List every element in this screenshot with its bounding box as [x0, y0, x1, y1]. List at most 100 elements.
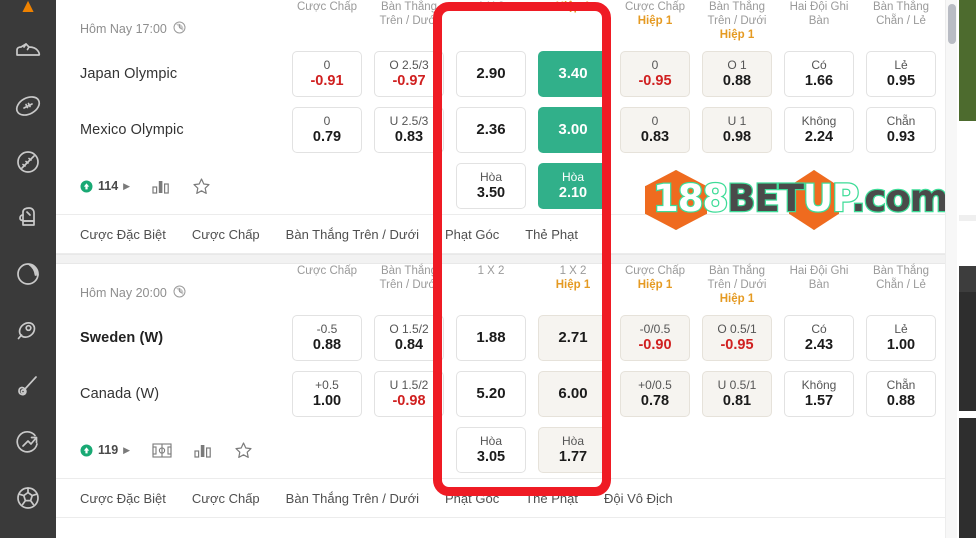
- market-tab[interactable]: Thẻ Phạt: [525, 491, 578, 506]
- boxing-glove-icon: [15, 204, 41, 232]
- odds-cell[interactable]: +0/0.5 0.78: [620, 371, 690, 417]
- odds-cell-empty: [374, 427, 444, 473]
- odds-cell[interactable]: 0 0.83: [620, 107, 690, 153]
- sidebar-item-hockey[interactable]: [0, 358, 56, 414]
- odds-value: 3.00: [558, 121, 588, 139]
- odds-cell[interactable]: Lẻ 0.95: [866, 51, 936, 97]
- market-tab[interactable]: Đội Vô Địch: [604, 491, 673, 506]
- odds-handicap-label: U 0.5/1: [717, 377, 757, 392]
- sidebar-top-partial-icon[interactable]: ▲: [0, 0, 56, 22]
- odds-slot: [614, 163, 696, 209]
- odds-value: 0.84: [394, 336, 424, 353]
- column-half-label: Hiệp 1: [637, 279, 673, 291]
- odds-cell[interactable]: Không 1.57: [784, 371, 854, 417]
- odds-cell-draw[interactable]: Hòa 2.10: [538, 163, 608, 209]
- odds-cell[interactable]: Chẵn 0.93: [866, 107, 936, 153]
- odds-cell[interactable]: 5.20: [456, 371, 526, 417]
- team-name: Sweden (W): [80, 330, 164, 346]
- odds-cell-empty: [702, 163, 772, 209]
- odds-cell[interactable]: 3.40: [538, 51, 608, 97]
- odds-column-header: Bàn Thắng Trên / Dưới Hiệp 1: [696, 0, 778, 46]
- market-tab[interactable]: Bàn Thắng Trên / Dưới: [286, 491, 419, 506]
- odds-handicap-label: O 0.5/1: [717, 321, 757, 336]
- odds-slot: -0/0.5 -0.90: [614, 315, 696, 361]
- odds-handicap-label: Có: [811, 57, 827, 72]
- scrollbar-thumb[interactable]: [948, 4, 956, 44]
- odds-cell[interactable]: U 0.5/1 0.81: [702, 371, 772, 417]
- odds-cell[interactable]: 3.00: [538, 107, 608, 153]
- odds-value: 0.88: [312, 336, 342, 353]
- odds-handicap-label: Chẵn: [886, 377, 916, 392]
- odds-slot: O 0.5/1 -0.95: [696, 315, 778, 361]
- odds-cell-draw[interactable]: Hòa 1.77: [538, 427, 608, 473]
- market-tab[interactable]: Phạt Góc: [445, 227, 499, 242]
- market-tab[interactable]: Phạt Góc: [445, 491, 499, 506]
- odds-cell[interactable]: 2.36: [456, 107, 526, 153]
- edge-band-dark-2: [959, 292, 976, 411]
- sidebar-item-boxing[interactable]: [0, 190, 56, 246]
- odds-cell[interactable]: 2.90: [456, 51, 526, 97]
- odds-cell[interactable]: 0 -0.95: [620, 51, 690, 97]
- pitch-view-icon[interactable]: [152, 442, 172, 458]
- market-tab[interactable]: Thẻ Phạt: [525, 227, 578, 242]
- market-tab[interactable]: Cược Đặc Biệt: [80, 491, 166, 506]
- odds-slot: Hòa 3.05: [450, 427, 532, 473]
- odds-cell-draw[interactable]: Hòa 3.05: [456, 427, 526, 473]
- live-count-badge[interactable]: 114 ▶: [80, 179, 130, 193]
- odds-cell[interactable]: Lẻ 1.00: [866, 315, 936, 361]
- odds-cell[interactable]: O 2.5/3 -0.97: [374, 51, 444, 97]
- odds-cell[interactable]: 0 0.79: [292, 107, 362, 153]
- odds-slot: [286, 427, 368, 473]
- odds-handicap-label: +0.5: [315, 377, 339, 392]
- odds-value: 0.88: [886, 392, 916, 409]
- sidebar-item-soccer-shoe[interactable]: [0, 22, 56, 78]
- sidebar-item-table-tennis[interactable]: [0, 302, 56, 358]
- odds-column-header: Cược Chấp: [286, 264, 368, 310]
- page-scrollbar[interactable]: [945, 0, 957, 538]
- odds-cell[interactable]: 2.71: [538, 315, 608, 361]
- odds-cell[interactable]: Chẵn 0.88: [866, 371, 936, 417]
- odds-cell[interactable]: Không 2.24: [784, 107, 854, 153]
- odds-slot: [696, 427, 778, 473]
- match-time-label: Hôm Nay 20:00: [80, 286, 167, 300]
- odds-slot: Chẵn 0.93: [860, 107, 942, 153]
- odds-cell[interactable]: Có 1.66: [784, 51, 854, 97]
- market-tab[interactable]: Bàn Thắng Trên / Dưới: [286, 227, 419, 242]
- odds-value: -0.95: [638, 72, 672, 89]
- odds-column-header: Cược Chấp: [286, 0, 368, 46]
- favorite-star-icon[interactable]: [192, 177, 211, 196]
- market-tab[interactable]: Cược Chấp: [192, 491, 260, 506]
- odds-cell[interactable]: O 1 0.88: [702, 51, 772, 97]
- live-count-badge[interactable]: 119 ▶: [80, 443, 130, 457]
- sidebar-item-baseball[interactable]: [0, 134, 56, 190]
- odds-slot: +0/0.5 0.78: [614, 371, 696, 417]
- odds-cell[interactable]: -0/0.5 -0.90: [620, 315, 690, 361]
- sidebar-item-soccer-ball[interactable]: [0, 470, 56, 526]
- odds-column-header: Bàn Thắng Trên / Dưới: [368, 264, 450, 310]
- odds-cell[interactable]: O 1.5/2 0.84: [374, 315, 444, 361]
- market-tab[interactable]: Cược Đặc Biệt: [80, 227, 166, 242]
- odds-value: 2.90: [476, 65, 506, 83]
- match-time: Hôm Nay 20:00: [80, 285, 286, 310]
- odds-cell[interactable]: U 1 0.98: [702, 107, 772, 153]
- odds-cell[interactable]: 1.88: [456, 315, 526, 361]
- odds-cell[interactable]: +0.5 1.00: [292, 371, 362, 417]
- match-block: Hôm Nay 20:00 Cược Chấp Bàn Thắng Trên / Dư…: [56, 264, 945, 518]
- odds-cell[interactable]: O 0.5/1 -0.95: [702, 315, 772, 361]
- market-tab[interactable]: Cược Chấp: [192, 227, 260, 242]
- stats-icon[interactable]: [194, 442, 212, 458]
- odds-value: 0.98: [722, 128, 752, 145]
- odds-cell[interactable]: Có 2.43: [784, 315, 854, 361]
- odds-cell[interactable]: 0 -0.91: [292, 51, 362, 97]
- sidebar-item-trend[interactable]: [0, 414, 56, 470]
- odds-handicap-label: 0: [651, 113, 659, 128]
- stats-icon[interactable]: [152, 178, 170, 194]
- odds-cell[interactable]: U 1.5/2 -0.98: [374, 371, 444, 417]
- sidebar-item-american-football[interactable]: [0, 78, 56, 134]
- odds-cell[interactable]: -0.5 0.88: [292, 315, 362, 361]
- favorite-star-icon[interactable]: [234, 441, 253, 460]
- odds-cell[interactable]: U 2.5/3 0.83: [374, 107, 444, 153]
- odds-cell-draw[interactable]: Hòa 3.50: [456, 163, 526, 209]
- sidebar-item-cricket[interactable]: [0, 246, 56, 302]
- odds-cell[interactable]: 6.00: [538, 371, 608, 417]
